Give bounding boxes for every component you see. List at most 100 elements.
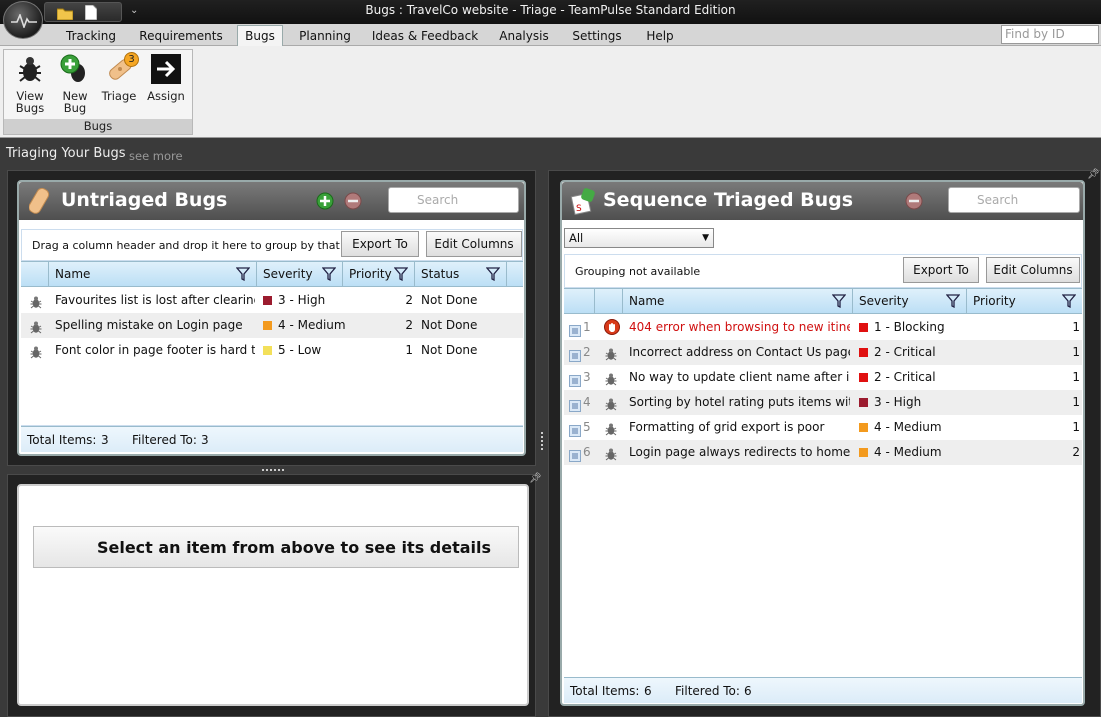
untriaged-search-input[interactable]: Search — [388, 187, 519, 213]
triage-badge: 3 — [124, 52, 139, 67]
icon-column — [595, 289, 623, 313]
triaged-filter-select[interactable]: All ▼ — [564, 228, 714, 248]
details-placeholder-text: Select an item from above to see its det… — [96, 538, 492, 557]
tab-ideas-feedback[interactable]: Ideas & Feedback — [366, 26, 484, 46]
filter-icon[interactable] — [832, 294, 846, 308]
column-header-severity[interactable]: Severity — [257, 262, 343, 286]
sequence-handle-icon[interactable] — [569, 446, 581, 471]
find-by-id-input[interactable]: Find by ID — [1001, 25, 1099, 44]
table-row[interactable]: 3 No way to update client name after init… — [564, 365, 1082, 390]
table-row[interactable]: 1 404 error when browsing to new itinerar… — [564, 315, 1082, 340]
severity-cell: 5 - Low — [263, 338, 345, 363]
vertical-splitter-grip[interactable] — [540, 432, 544, 452]
tab-requirements[interactable]: Requirements — [133, 26, 229, 46]
priority-cell: 1 — [1072, 320, 1080, 334]
severity-cell: 4 - Medium — [859, 440, 967, 465]
severity-swatch — [263, 321, 272, 330]
filtered-to-label: Filtered To: — [675, 684, 740, 698]
triaged-edit-columns-button[interactable]: Edit Columns — [986, 257, 1080, 283]
tab-planning[interactable]: Planning — [294, 26, 356, 46]
sequence-number: 6 — [583, 445, 591, 459]
table-row[interactable]: Favourites list is lost after clearing b… — [21, 288, 523, 313]
filter-icon[interactable] — [486, 267, 500, 281]
tab-help[interactable]: Help — [640, 26, 680, 46]
triaged-footer: Total Items: 6 Filtered To: 6 — [564, 677, 1082, 703]
column-header-priority[interactable]: Priority — [343, 262, 415, 286]
triaged-grid-header: Name Severity Priority — [564, 288, 1082, 314]
priority-cell: 1 — [1072, 395, 1080, 409]
column-header-label: Priority — [973, 294, 1016, 308]
column-header-label: Name — [55, 267, 91, 281]
severity-swatch — [859, 448, 868, 457]
assign-button[interactable]: Assign — [146, 54, 186, 102]
bug-name-cell: Favourites list is lost after clearing b — [55, 293, 255, 307]
column-header-name[interactable]: Name — [49, 262, 257, 286]
bug-name-cell: Formatting of grid export is poor — [629, 420, 825, 434]
new-bug-button[interactable]: New Bug — [56, 54, 94, 114]
triaged-card: S Sequence Triaged Bugs Search All ▼ Gro… — [560, 180, 1085, 706]
triage-button[interactable]: 3 Triage — [100, 52, 139, 102]
untriaged-edit-columns-button[interactable]: Edit Columns — [426, 231, 522, 257]
window-title: Bugs : TravelCo website - Triage - TeamP… — [365, 3, 736, 17]
priority-cell: 1 — [1072, 420, 1080, 434]
column-header-name[interactable]: Name — [623, 289, 853, 313]
filter-icon[interactable] — [236, 267, 250, 281]
status-cell: Not Done — [421, 318, 478, 332]
untriaged-export-button[interactable]: Export To — [341, 231, 419, 257]
severity-swatch — [859, 398, 868, 407]
severity-swatch — [263, 296, 272, 305]
remove-icon[interactable] — [344, 192, 362, 210]
severity-text: 3 - High — [874, 395, 922, 409]
table-row[interactable]: 6 Login page always redirects to home pa 4… — [564, 440, 1082, 465]
bug-name-cell: Login page always redirects to home pa — [629, 445, 850, 459]
column-header-status[interactable]: Status — [415, 262, 507, 286]
tab-analysis[interactable]: Analysis — [492, 26, 556, 46]
see-more-link[interactable]: see more — [129, 149, 183, 163]
tab-tracking[interactable]: Tracking — [58, 26, 124, 46]
app-menu-button[interactable] — [3, 1, 43, 39]
triaged-export-button[interactable]: Export To — [903, 257, 979, 283]
bug-icon — [19, 57, 41, 82]
severity-cell: 2 - Critical — [859, 340, 967, 365]
ribbon: View Bugs New Bug 3 Triage Assign Bugs — [0, 46, 1101, 138]
priority-cell: 1 — [1072, 370, 1080, 384]
triaged-search-input[interactable]: Search — [948, 187, 1080, 213]
remove-icon[interactable] — [905, 192, 923, 210]
table-row[interactable]: 2 Incorrect address on Contact Us page 2 -… — [564, 340, 1082, 365]
column-header-severity[interactable]: Severity — [853, 289, 967, 313]
filter-icon[interactable] — [394, 267, 408, 281]
pin-icon[interactable]: 📌︎ — [529, 473, 542, 484]
priority-cell: 1 — [1072, 345, 1080, 359]
bug-name-cell: Incorrect address on Contact Us page — [629, 345, 850, 359]
bug-name-cell: Sorting by hotel rating puts items with … — [629, 395, 850, 409]
severity-swatch — [859, 373, 868, 382]
table-row[interactable]: 4 Sorting by hotel rating puts items with… — [564, 390, 1082, 415]
tab-bugs[interactable]: Bugs — [237, 25, 283, 47]
severity-swatch — [859, 348, 868, 357]
add-icon[interactable] — [316, 192, 334, 210]
tab-settings[interactable]: Settings — [566, 26, 628, 46]
sequence-number: 2 — [583, 345, 591, 359]
arrow-right-icon — [151, 54, 181, 84]
triaged-header: S Sequence Triaged Bugs Search — [562, 182, 1083, 220]
severity-text: 2 - Critical — [874, 370, 936, 384]
pin-icon[interactable]: 📌︎ — [1087, 169, 1100, 180]
table-row[interactable]: Spelling mistake on Login page 4 - Medium… — [21, 313, 523, 338]
bug-name-cell: No way to update client name after initi — [629, 370, 850, 384]
severity-cell: 4 - Medium — [859, 415, 967, 440]
table-row[interactable]: Font color in page footer is hard to r 5 … — [21, 338, 523, 363]
view-bugs-button[interactable]: View Bugs — [10, 54, 50, 114]
horizontal-splitter-grip[interactable] — [262, 468, 284, 472]
filter-icon[interactable] — [946, 294, 960, 308]
new-bug-icon — [60, 54, 85, 82]
new-bug-label: New Bug — [62, 89, 88, 115]
table-row[interactable]: 5 Formatting of grid export is poor 4 - Me… — [564, 415, 1082, 440]
total-items-value: 3 — [101, 433, 109, 447]
severity-cell: 3 - High — [263, 288, 345, 313]
details-placeholder-box: Select an item from above to see its det… — [33, 526, 519, 568]
filter-icon[interactable] — [322, 267, 336, 281]
sequence-number: 1 — [583, 320, 591, 334]
column-header-priority[interactable]: Priority — [967, 289, 1082, 313]
filter-icon[interactable] — [1062, 294, 1076, 308]
severity-text: 2 - Critical — [874, 345, 936, 359]
